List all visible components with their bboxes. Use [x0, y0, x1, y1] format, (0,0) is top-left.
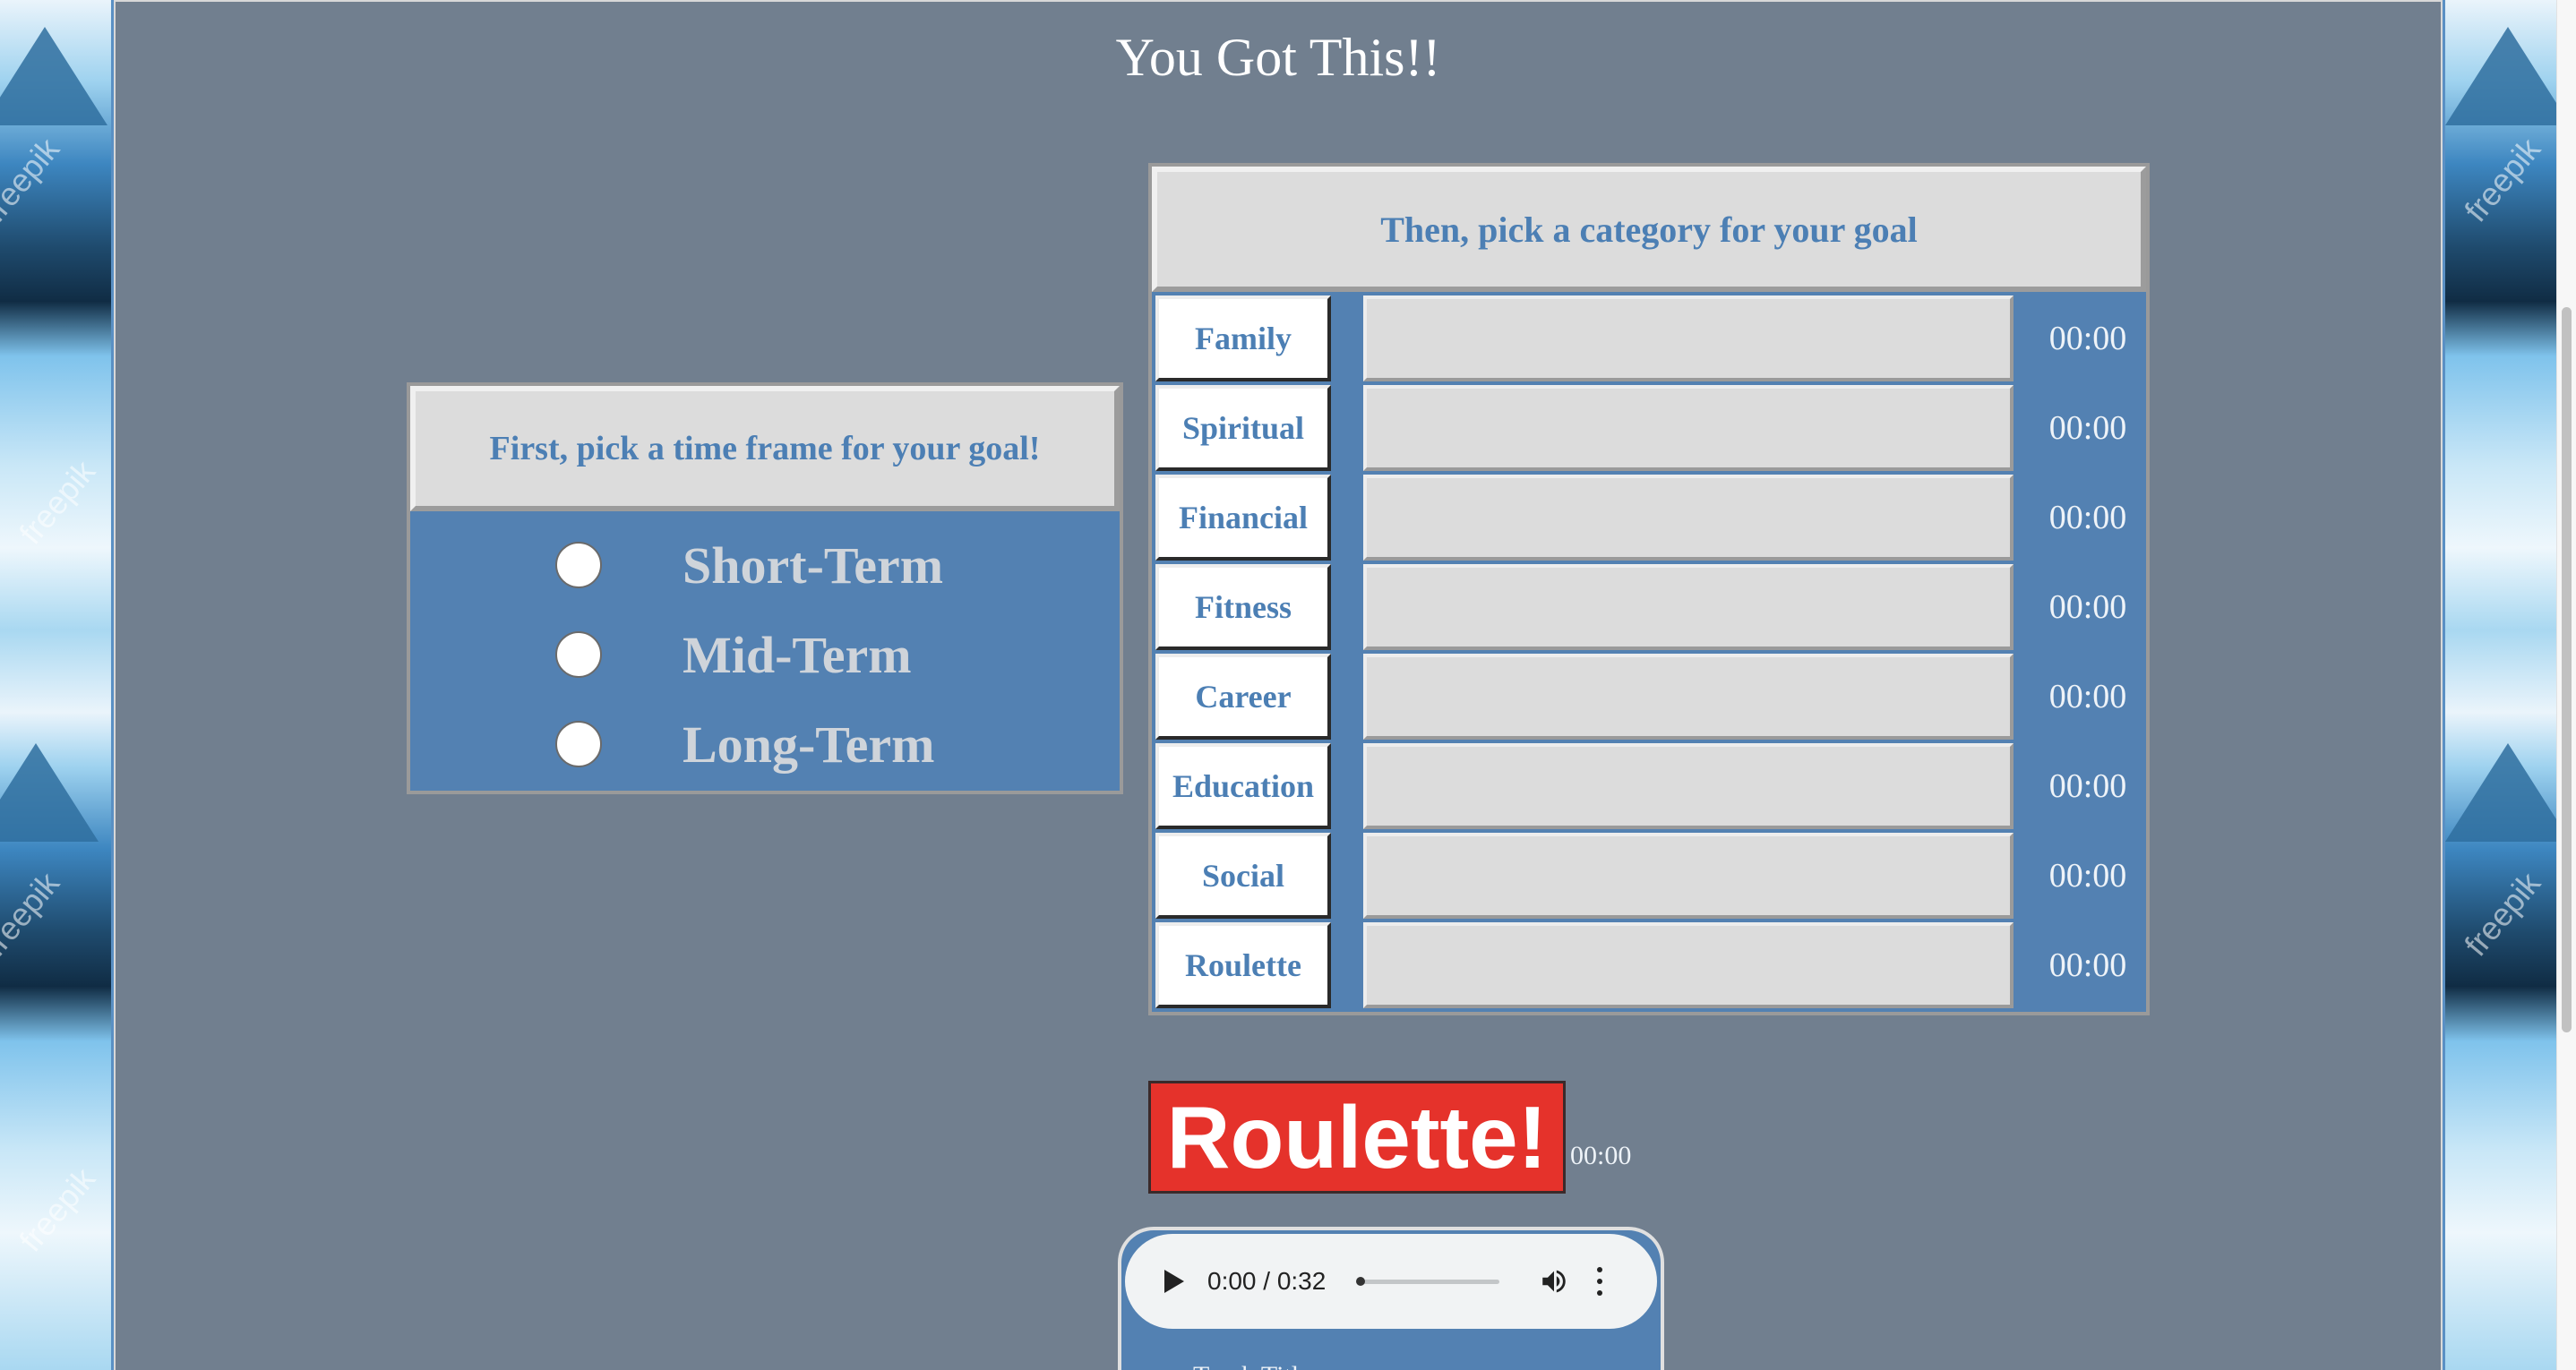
roulette-category-timer: 00:00	[2048, 946, 2127, 984]
spiritual-button[interactable]: Spiritual	[1155, 385, 1331, 471]
mid-term-radio[interactable]	[555, 631, 602, 678]
category-row-social: Social 00:00	[1152, 831, 2146, 920]
short-term-label: Short-Term	[683, 535, 944, 595]
volume-icon[interactable]	[1539, 1266, 1569, 1297]
short-term-radio[interactable]	[555, 542, 602, 588]
career-timer: 00:00	[2048, 678, 2127, 715]
play-icon[interactable]	[1164, 1270, 1184, 1293]
education-button[interactable]: Education	[1155, 743, 1331, 829]
scrollbar-thumb[interactable]	[2562, 307, 2572, 1032]
mountain-shape	[2445, 743, 2556, 842]
roulette-category-button[interactable]: Roulette	[1155, 922, 1331, 1008]
long-term-label: Long-Term	[683, 715, 935, 774]
long-term-radio[interactable]	[555, 721, 602, 767]
category-row-roulette: Roulette 00:00	[1152, 920, 2146, 1010]
category-card: Then, pick a category for your goal Fami…	[1148, 163, 2150, 1015]
career-goal-input[interactable]	[1363, 654, 2014, 740]
fitness-goal-input[interactable]	[1363, 564, 2014, 650]
financial-goal-input[interactable]	[1363, 475, 2014, 561]
category-row-spiritual: Spiritual 00:00	[1152, 383, 2146, 473]
watermark-text: freepik	[2457, 865, 2548, 963]
education-goal-input[interactable]	[1363, 743, 2014, 829]
education-timer: 00:00	[2048, 767, 2127, 805]
category-row-career: Career 00:00	[1152, 652, 2146, 741]
watermark-text: freepik	[0, 865, 67, 963]
time-option-short-term[interactable]: Short-Term	[410, 520, 1120, 610]
family-goal-input[interactable]	[1363, 295, 2014, 381]
watermark-text: freepik	[12, 453, 103, 552]
category-row-fitness: Fitness 00:00	[1152, 562, 2146, 652]
mountain-shape	[0, 743, 99, 842]
time-frame-card: First, pick a time frame for your goal! …	[407, 382, 1123, 794]
category-row-education: Education 00:00	[1152, 741, 2146, 831]
social-goal-input[interactable]	[1363, 833, 2014, 919]
watermark-text: freepik	[2457, 131, 2548, 229]
financial-button[interactable]: Financial	[1155, 475, 1331, 561]
watermark-text: freepik	[0, 131, 67, 229]
left-background-image: freepik freepik freepik freepik	[0, 0, 111, 1370]
fitness-timer: 00:00	[2048, 588, 2127, 626]
roulette-timer: 00:00	[1570, 1141, 1632, 1170]
audio-progress-slider[interactable]	[1356, 1276, 1500, 1286]
family-timer: 00:00	[2048, 320, 2127, 357]
roulette-goal-input[interactable]	[1363, 922, 2014, 1008]
right-background-image: freepik freepik	[2445, 0, 2556, 1370]
financial-timer: 00:00	[2048, 499, 2127, 536]
time-frame-header: First, pick a time frame for your goal!	[410, 386, 1120, 511]
more-options-icon[interactable]	[1596, 1267, 1603, 1296]
spiritual-goal-input[interactable]	[1363, 385, 2014, 471]
watermark-text: freepik	[12, 1160, 103, 1259]
mountain-shape	[0, 27, 107, 125]
category-header: Then, pick a category for your goal	[1152, 167, 2146, 292]
page-title: You Got This!!	[1115, 28, 1441, 87]
page-scrollbar[interactable]	[2556, 0, 2576, 1370]
social-button[interactable]: Social	[1155, 833, 1331, 919]
audio-card: 0:00 / 0:32 Track Title	[1118, 1227, 1664, 1370]
progress-thumb[interactable]	[1356, 1276, 1366, 1286]
category-row-financial: Financial 00:00	[1152, 473, 2146, 562]
fitness-button[interactable]: Fitness	[1155, 564, 1331, 650]
roulette-button[interactable]: Roulette!	[1148, 1081, 1566, 1194]
time-option-mid-term[interactable]: Mid-Term	[410, 610, 1120, 699]
audio-time-display: 0:00 / 0:32	[1207, 1267, 1327, 1295]
family-button[interactable]: Family	[1155, 295, 1331, 381]
audio-caption: Track Title	[1193, 1361, 1310, 1370]
category-row-family: Family 00:00	[1152, 294, 2146, 383]
audio-player[interactable]: 0:00 / 0:32	[1125, 1234, 1657, 1329]
mid-term-label: Mid-Term	[683, 625, 912, 684]
mountain-shape	[2445, 27, 2556, 125]
time-frame-options: Short-Term Mid-Term Long-Term	[410, 511, 1120, 789]
main-panel: You Got This!! First, pick a time frame …	[114, 0, 2443, 1370]
social-timer: 00:00	[2048, 857, 2127, 895]
spiritual-timer: 00:00	[2048, 409, 2127, 447]
career-button[interactable]: Career	[1155, 654, 1331, 740]
time-option-long-term[interactable]: Long-Term	[410, 699, 1120, 789]
